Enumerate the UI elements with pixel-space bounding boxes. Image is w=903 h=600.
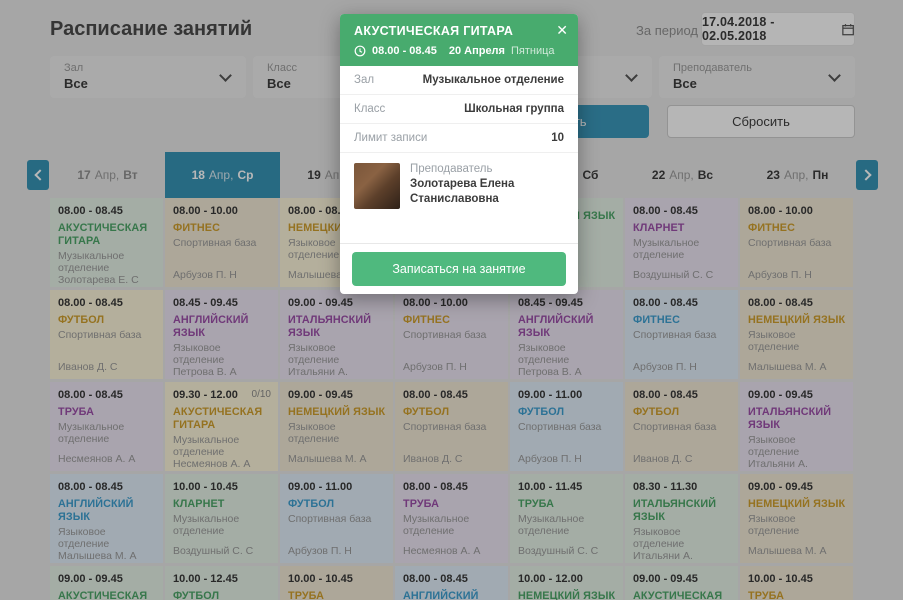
teacher-block: Преподаватель Золотарева Елена Станислав…	[340, 153, 578, 219]
modal-row-class: Класс Школьная группа	[340, 95, 578, 124]
enroll-button[interactable]: Записаться на занятие	[352, 252, 566, 286]
modal-row-hall: Зал Музыкальное отделение	[340, 66, 578, 95]
modal-row-label: Лимит записи	[354, 132, 428, 144]
teacher-photo	[354, 163, 400, 209]
teacher-name: Золотарева Елена Станиславовна	[410, 178, 515, 205]
modal-spacer	[340, 219, 578, 243]
schedule-page: Расписание занятий За период 17.04.2018 …	[0, 0, 903, 600]
modal-row-value: Школьная группа	[464, 103, 564, 115]
clock-icon	[354, 45, 366, 57]
modal-row-label: Класс	[354, 103, 386, 115]
modal-row-label: Зал	[354, 74, 375, 86]
modal-datetime: 08.00 - 08.45 20 Апреля Пятница	[354, 45, 566, 57]
modal-footer: Записаться на занятие	[340, 243, 578, 294]
modal-weekday: Пятница	[510, 45, 555, 57]
modal-row-limit: Лимит записи 10	[340, 124, 578, 153]
lesson-modal: АКУСТИЧЕСКАЯ ГИТАРА ✕ 08.00 - 08.45 20 А…	[340, 14, 578, 294]
teacher-label: Преподаватель	[410, 163, 493, 175]
modal-row-value: Музыкальное отделение	[422, 74, 564, 86]
close-icon[interactable]: ✕	[556, 22, 568, 38]
modal-header: АКУСТИЧЕСКАЯ ГИТАРА ✕ 08.00 - 08.45 20 А…	[340, 14, 578, 66]
modal-row-value: 10	[551, 132, 564, 144]
modal-date: 20 Апреля	[448, 45, 505, 57]
modal-title: АКУСТИЧЕСКАЯ ГИТАРА	[354, 24, 514, 38]
modal-time: 08.00 - 08.45	[372, 45, 437, 57]
